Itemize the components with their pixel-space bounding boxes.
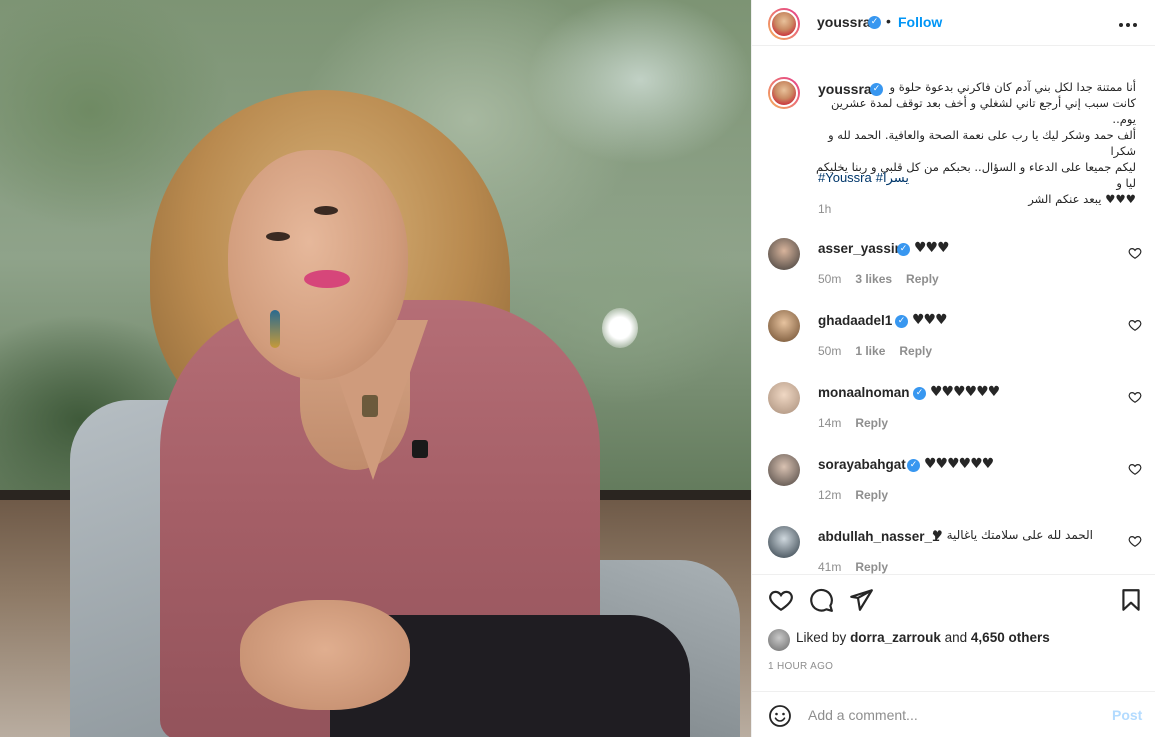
like-heart-icon[interactable] (768, 587, 794, 613)
commenter-avatar[interactable] (768, 454, 800, 486)
reply-button[interactable]: Reply (855, 560, 888, 574)
lapel-mic (412, 440, 428, 458)
commenter-avatar[interactable] (768, 310, 800, 342)
subject-face (228, 150, 408, 380)
caption-avatar[interactable] (768, 77, 800, 109)
verified-badge-icon: ✓ (895, 315, 908, 328)
heart-outline-icon[interactable] (1128, 390, 1142, 404)
comment-username[interactable]: sorayabahgat (818, 457, 906, 472)
share-send-icon[interactable] (848, 587, 874, 613)
hashtag-link[interactable]: #Youssra (818, 170, 872, 185)
heart-outline-icon[interactable] (1128, 246, 1142, 260)
subject-lips (304, 270, 350, 288)
more-horizontal-icon[interactable] (1118, 12, 1138, 33)
comment-username[interactable]: abdullah_nasser_1 (818, 529, 940, 544)
comment-item: asser_yassin ✓ ♥♥♥ 50m 3 likes Reply (752, 236, 1155, 308)
comments-section[interactable]: أنا ممتنة جدا لكل بني آدم كان فاكرني بدع… (752, 46, 1155, 574)
hashtag-link[interactable]: #يسرا (876, 170, 909, 185)
comment-text: ♥♥♥ (914, 240, 950, 256)
comment-time: 41m (818, 560, 842, 574)
subject-eye-right (314, 206, 338, 215)
comment-input[interactable] (808, 702, 1098, 728)
verified-badge-icon: ✓ (868, 16, 881, 29)
comment-likes[interactable]: 3 likes (855, 272, 892, 286)
heart-outline-icon[interactable] (1128, 462, 1142, 476)
subject-eye-left (266, 232, 290, 241)
post-actions: Liked by dorra_zarrouk and 4,650 others … (752, 574, 1155, 737)
liked-by-and: and (944, 630, 968, 645)
verified-badge-icon: ✓ (870, 83, 883, 96)
verified-badge-icon: ✓ (913, 387, 926, 400)
comment-time: 14m (818, 416, 842, 430)
caption-line: كانت سبب إني أرجع تاني لشغلي و أخف بعد ت… (831, 96, 1136, 126)
caption-username[interactable]: youssra (818, 81, 872, 97)
post-timestamp: 1 HOUR AGO (768, 661, 834, 672)
caption-hashtags: #Youssra #يسرا (818, 170, 913, 186)
comment-text: ♥♥♥ (912, 312, 948, 328)
comment-meta: 41m Reply (818, 560, 902, 574)
subject-hands (240, 600, 410, 710)
comment-text: ♥♥♥♥♥♥ (930, 384, 1000, 400)
likes-summary: Liked by dorra_zarrouk and 4,650 others (796, 630, 1050, 645)
reply-button[interactable]: Reply (855, 416, 888, 430)
reply-button[interactable]: Reply (906, 272, 939, 286)
caption-time: 1h (818, 202, 832, 216)
comment-username[interactable]: monaalnoman (818, 385, 910, 400)
caption-line: ألف حمد وشكر ليك يا رب على نعمة الصحة وا… (828, 128, 1136, 158)
comment-text: الحمد لله على سلامتك ياغالية ♥ (932, 528, 1094, 542)
subject-pendant (362, 395, 378, 417)
comment-time: 50m (818, 344, 842, 358)
comment-meta: 12m Reply (818, 488, 902, 502)
verified-badge-icon: ✓ (907, 459, 920, 472)
subject-earring (270, 310, 280, 348)
separator-dot: • (886, 13, 891, 29)
caption-text: أنا ممتنة جدا لكل بني آدم كان فاكرني بدع… (814, 79, 1136, 207)
comment-username[interactable]: asser_yassin (818, 241, 903, 256)
comment-item: monaalnoman ✓ ♥♥♥♥♥♥ 14m Reply (752, 380, 1155, 452)
commenter-avatar[interactable] (768, 382, 800, 414)
liked-by-user[interactable]: dorra_zarrouk (850, 630, 941, 645)
follow-button[interactable]: Follow (898, 14, 942, 30)
comment-likes[interactable]: 1 like (855, 344, 885, 358)
comment-meta: 50m 1 like Reply (818, 344, 946, 358)
comment-time: 50m (818, 272, 842, 286)
comment-username[interactable]: ghadaadel1 (818, 313, 892, 328)
save-bookmark-icon[interactable] (1118, 587, 1144, 613)
reply-button[interactable]: Reply (899, 344, 932, 358)
add-comment-bar: Post (752, 691, 1155, 737)
post-image[interactable] (0, 0, 751, 737)
emoji-icon[interactable] (768, 704, 792, 728)
post-button[interactable]: Post (1112, 707, 1142, 723)
liked-by-avatar[interactable] (768, 629, 790, 651)
author-avatar[interactable] (768, 8, 800, 40)
comment-item: abdullah_nasser_1 الحمد لله على سلامتك ي… (752, 524, 1155, 574)
commenter-avatar[interactable] (768, 238, 800, 270)
author-username[interactable]: youssra (817, 14, 871, 30)
comment-meta: 14m Reply (818, 416, 902, 430)
comment-item: ghadaadel1 ✓ ♥♥♥ 50m 1 like Reply (752, 308, 1155, 380)
post-sidebar: youssra ✓ • Follow أنا ممتنة جدا لكل بني… (751, 0, 1155, 737)
heart-outline-icon[interactable] (1128, 318, 1142, 332)
comment-bubble-icon[interactable] (808, 587, 834, 613)
caption-line: ♥♥♥ يبعد عنكم الشر (1028, 192, 1136, 206)
comment-time: 12m (818, 488, 842, 502)
heart-outline-icon[interactable] (1128, 534, 1142, 548)
liked-by-prefix: Liked by (796, 630, 847, 645)
commenter-avatar[interactable] (768, 526, 800, 558)
post-header: youssra ✓ • Follow (752, 0, 1155, 46)
verified-badge-icon: ✓ (897, 243, 910, 256)
comment-item: sorayabahgat ✓ ♥♥♥♥♥♥ 12m Reply (752, 452, 1155, 524)
reply-button[interactable]: Reply (855, 488, 888, 502)
liked-by-others[interactable]: 4,650 others (971, 630, 1050, 645)
light-reflection (602, 308, 638, 348)
comment-meta: 50m 3 likes Reply (818, 272, 953, 286)
comment-text: ♥♥♥♥♥♥ (924, 456, 994, 472)
